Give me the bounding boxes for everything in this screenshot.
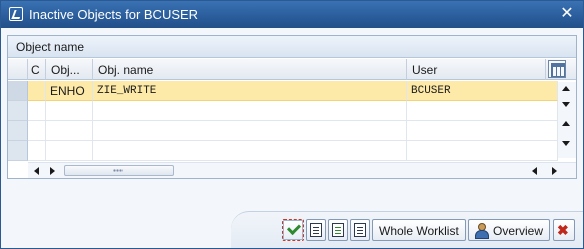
- object-type-cell: ENHO: [50, 84, 85, 98]
- row-selector[interactable]: [8, 101, 28, 121]
- activate-button[interactable]: [328, 219, 348, 241]
- title-bar: Inactive Objects for BCUSER ✕: [1, 1, 583, 28]
- whole-worklist-button[interactable]: Whole Worklist: [372, 219, 466, 241]
- overview-button[interactable]: Overview: [468, 219, 550, 241]
- column-header-user[interactable]: User: [407, 59, 546, 80]
- table-cell[interactable]: [93, 141, 407, 161]
- scroll-right-icon[interactable]: [50, 167, 55, 175]
- scroll-right-end-icon[interactable]: [552, 167, 557, 175]
- document-icon: [354, 223, 366, 237]
- continue-button[interactable]: [282, 219, 304, 241]
- scroll-up-icon[interactable]: [562, 121, 570, 126]
- scroll-page-down-icon[interactable]: [562, 102, 570, 107]
- display-button[interactable]: [350, 219, 370, 241]
- horizontal-scrollbar[interactable]: [28, 162, 576, 178]
- whole-worklist-label: Whole Worklist: [379, 224, 459, 238]
- scroll-left-icon[interactable]: [34, 167, 39, 175]
- table-cell[interactable]: ENHO: [46, 81, 93, 101]
- vertical-scrollbar[interactable]: [558, 82, 576, 158]
- overview-person-icon: [474, 223, 489, 239]
- dialog-title: Inactive Objects for BCUSER: [29, 7, 199, 22]
- column-header-label: Obj...: [51, 63, 80, 77]
- table-cell[interactable]: ZIE_WRITE: [93, 81, 407, 101]
- column-header-obj[interactable]: Obj...: [46, 59, 93, 80]
- column-settings-icon[interactable]: [548, 60, 566, 78]
- select-all-header[interactable]: [8, 59, 28, 80]
- cancel-button[interactable]: ✖: [553, 219, 575, 241]
- scroll-left-end-icon[interactable]: [532, 167, 537, 175]
- column-header-label: User: [412, 63, 438, 77]
- row-selector[interactable]: [8, 141, 28, 161]
- table-cell[interactable]: [407, 101, 558, 121]
- table-cell[interactable]: BCUSER: [407, 81, 558, 101]
- user-cell: BCUSER: [411, 85, 451, 97]
- table-cell[interactable]: [28, 141, 46, 161]
- overview-label: Overview: [493, 224, 544, 238]
- check-icon: [286, 220, 302, 236]
- inactive-objects-table: Object name C Obj... Obj. name User ENHO…: [7, 35, 577, 179]
- column-header-label: Obj. name: [98, 63, 154, 77]
- object-icon: [310, 223, 322, 237]
- table-cell[interactable]: [46, 141, 93, 161]
- table-cell[interactable]: [46, 101, 93, 121]
- column-header-label: C: [31, 63, 40, 77]
- table-cell[interactable]: [93, 101, 407, 121]
- table-cell[interactable]: [407, 121, 558, 141]
- row-selector[interactable]: [8, 121, 28, 141]
- scroll-top-icon[interactable]: [562, 86, 570, 91]
- column-header-obj-name[interactable]: Obj. name: [93, 59, 407, 80]
- table-cell[interactable]: [407, 141, 558, 161]
- column-header-c[interactable]: C: [28, 59, 46, 80]
- object-button[interactable]: [306, 219, 326, 241]
- row-selector[interactable]: [8, 81, 28, 101]
- table-cell[interactable]: [93, 121, 407, 141]
- table-cell[interactable]: [28, 101, 46, 121]
- edit-icon: [9, 7, 23, 21]
- horizontal-scroll-thumb[interactable]: [64, 165, 174, 176]
- close-icon[interactable]: ✕: [557, 4, 577, 24]
- table-cell[interactable]: [46, 121, 93, 141]
- object-name-cell: ZIE_WRITE: [97, 85, 157, 97]
- inactive-objects-dialog: Inactive Objects for BCUSER ✕ Object nam…: [0, 0, 584, 249]
- activate-icon: [332, 223, 344, 237]
- table-title: Object name: [8, 36, 576, 58]
- scroll-down-icon[interactable]: [562, 141, 570, 146]
- cancel-x-icon: ✖: [557, 222, 569, 238]
- table-title-text: Object name: [16, 40, 85, 54]
- table-cell[interactable]: [28, 81, 46, 101]
- table-cell[interactable]: [28, 121, 46, 141]
